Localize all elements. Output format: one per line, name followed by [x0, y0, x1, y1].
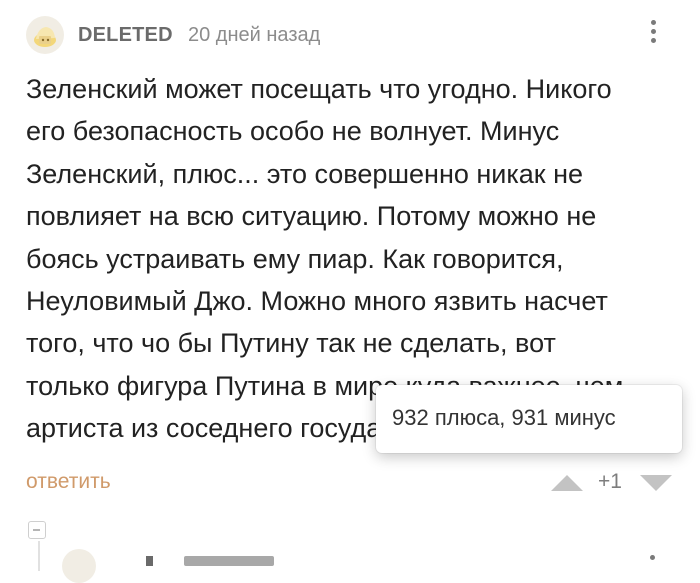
- next-comment-author-partial: [146, 556, 153, 566]
- comment-line: повлияет на всю ситуацию. Потому можно н…: [26, 201, 597, 232]
- next-comment-time-partial: [184, 556, 274, 566]
- next-comment-avatar[interactable]: [62, 549, 96, 583]
- menu-dot: [650, 20, 656, 25]
- comment-timestamp[interactable]: 20 дней назад: [188, 24, 320, 47]
- comment-line: Зеленский может посещать что угодно. Ник…: [26, 74, 612, 104]
- menu-dot: [650, 38, 656, 43]
- comment-author[interactable]: DELETED: [78, 24, 173, 47]
- triangle-up-icon[interactable]: [549, 471, 585, 493]
- triangle-down-icon[interactable]: [638, 471, 674, 493]
- comment-line: того, что чо бы Путину так не сделать, в…: [26, 328, 556, 359]
- rating-tooltip: 932 плюса, 931 минус: [376, 385, 682, 453]
- reply-button[interactable]: ответить: [26, 470, 111, 494]
- menu-dot: [650, 29, 656, 34]
- comment-line: Зеленский, плюс... это совершенно никак …: [26, 158, 584, 189]
- thread-line: [38, 541, 40, 571]
- comment-rating: +1: [598, 470, 622, 493]
- more-vertical-icon[interactable]: [646, 16, 660, 50]
- comment-line: его безопасность особо не волнует. Минус: [26, 116, 560, 147]
- comment-header: DELETED 20 дней назад: [26, 14, 674, 56]
- next-comment-menu-icon[interactable]: [650, 555, 655, 560]
- comment-line: боясь устраивать ему пиар. Как говорится…: [26, 243, 564, 274]
- collapse-thread-icon[interactable]: [28, 521, 46, 539]
- rating-tooltip-text: 932 плюса, 931 минус: [392, 405, 616, 430]
- deleted-user-avatar-icon[interactable]: [26, 16, 64, 54]
- comment-line: Неуловимый Джо. Можно много язвить насче…: [26, 286, 608, 317]
